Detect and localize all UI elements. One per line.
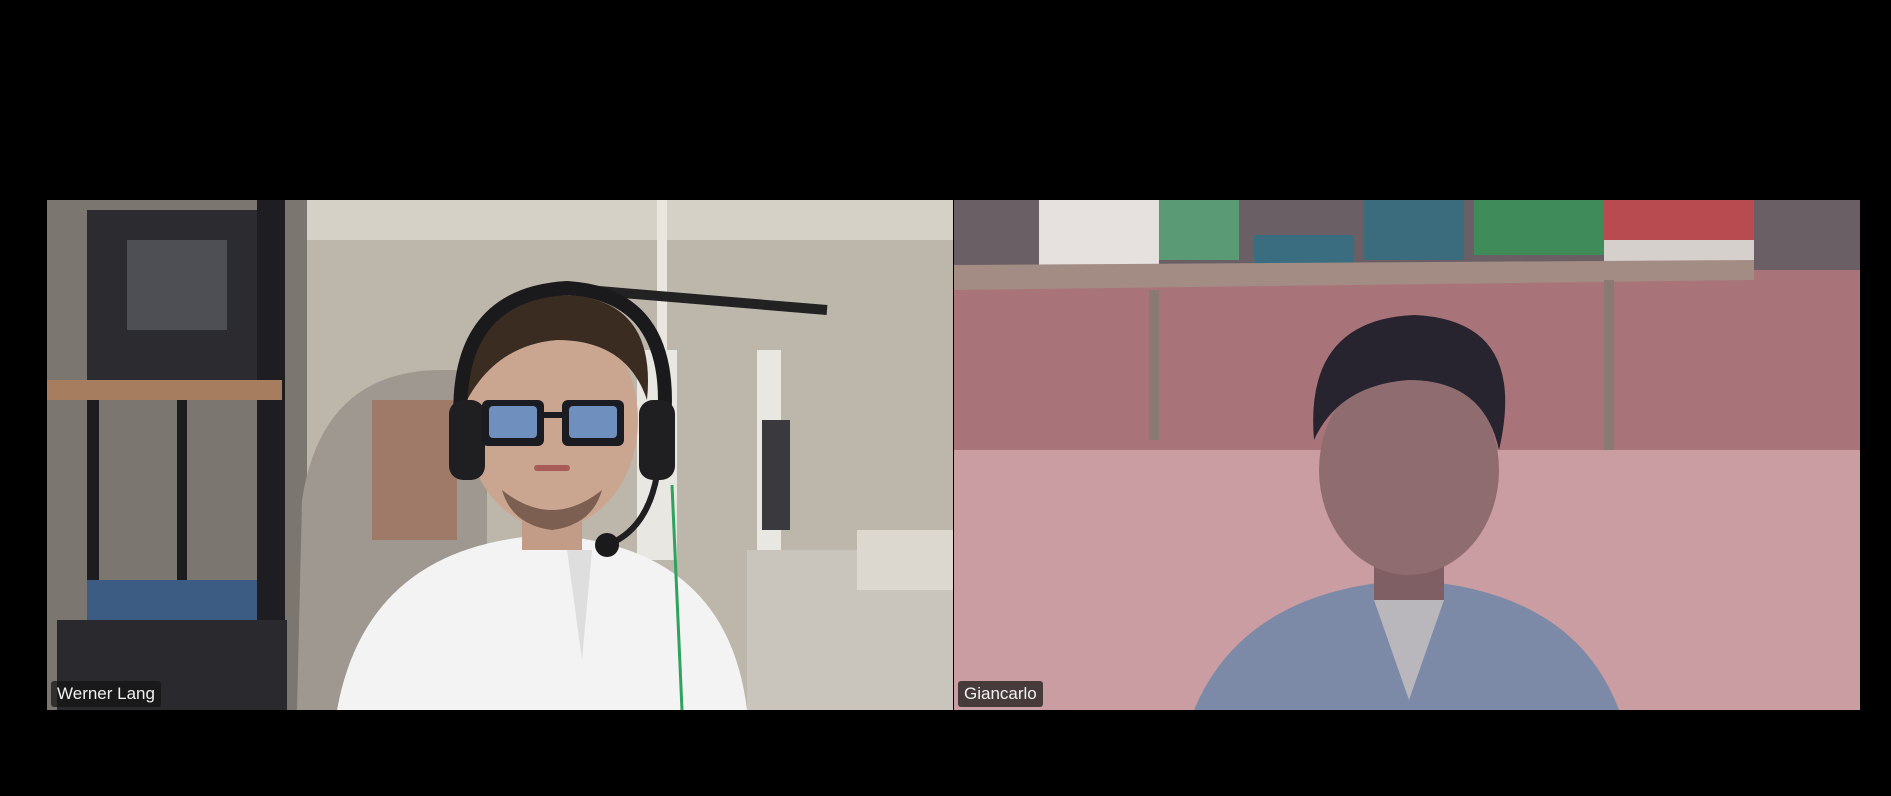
meeting-gallery-view: Werner Lang Giancarlo [0,0,1891,796]
participant-name-label: Giancarlo [958,681,1043,707]
video-tile-giancarlo[interactable]: Giancarlo [954,200,1860,710]
participant-video-feed [47,200,953,710]
participant-name-label: Werner Lang [51,681,161,707]
participant-video-feed [954,200,1860,710]
video-tile-werner-lang[interactable]: Werner Lang [47,200,953,710]
